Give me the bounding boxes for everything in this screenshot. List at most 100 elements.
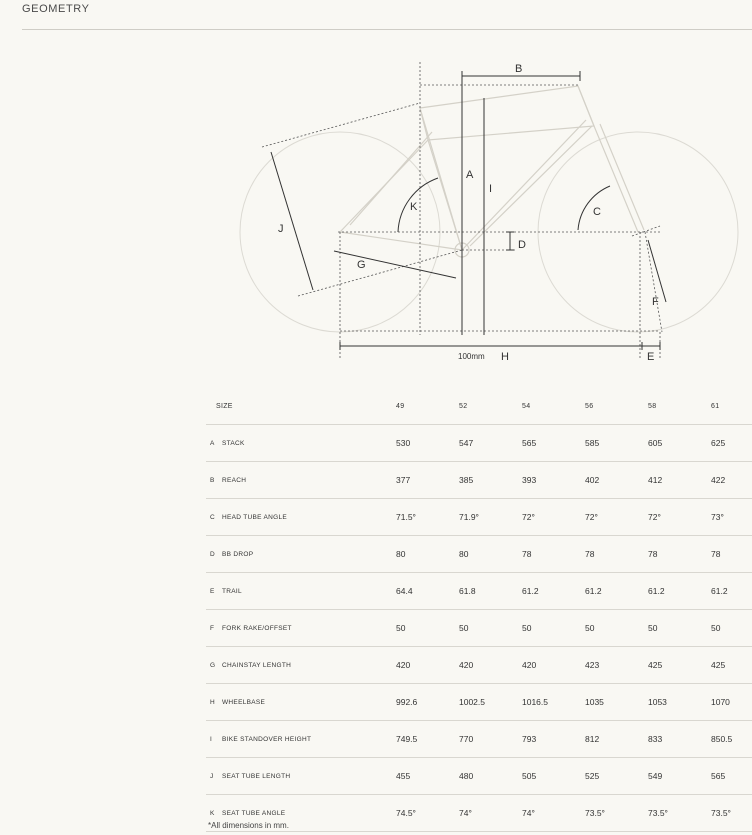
table-row: J SEAT TUBE LENGTH 455 480 505 525 549 565 — [206, 757, 752, 795]
table-cell: 73.5° — [648, 794, 711, 832]
table-cell: 425 — [711, 646, 752, 684]
table-row: G CHAINSTAY LENGTH 420 420 420 423 425 425 — [206, 646, 752, 684]
frame-outline — [339, 85, 645, 258]
table-cell: 625 — [711, 424, 752, 462]
table-cell: 50 — [522, 609, 585, 647]
table-cell: 585 — [585, 424, 648, 462]
table-cell: 992.6 — [396, 683, 459, 721]
table-cell: 74.5° — [396, 794, 459, 832]
row-letter: K — [210, 809, 215, 817]
table-row: I BIKE STANDOVER HEIGHT 749.5 770 793 812 833 8… — [206, 720, 752, 758]
table-cell: 73.5° — [711, 794, 752, 832]
table-cell: 605 — [648, 424, 711, 462]
table-cell: 61.2 — [648, 572, 711, 610]
size-header-58: 58 — [648, 388, 711, 425]
label-I: I — [489, 183, 492, 195]
table-cell: 455 — [396, 757, 459, 795]
geometry-table: SIZE 49 52 54 56 58 61 A STACK 530 547 565 585 605 6… — [206, 388, 752, 832]
table-row: H WHEELBASE 992.6 1002.5 1016.5 1035 1053 1070 — [206, 683, 752, 721]
row-letter: I — [210, 735, 213, 743]
table-cell: 505 — [522, 757, 585, 795]
label-D: D — [518, 239, 526, 251]
table-cell: 50 — [396, 609, 459, 647]
table-cell: 425 — [648, 646, 711, 684]
table-row: D BB DROP 80 80 78 78 78 78 — [206, 535, 752, 573]
row-letter: C — [210, 513, 215, 521]
table-cell: 420 — [396, 646, 459, 684]
table-cell: 565 — [711, 757, 752, 795]
table-cell: 530 — [396, 424, 459, 462]
table-cell: 1016.5 — [522, 683, 585, 721]
table-cell: 525 — [585, 757, 648, 795]
row-label: I BIKE STANDOVER HEIGHT — [206, 720, 396, 758]
row-label-text: WHEELBASE — [222, 698, 266, 706]
row-letter: F — [210, 624, 215, 632]
row-label: J SEAT TUBE LENGTH — [206, 757, 396, 795]
table-cell: 74° — [522, 794, 585, 832]
row-letter: D — [210, 550, 215, 558]
label-J: J — [278, 223, 284, 235]
table-cell: 793 — [522, 720, 585, 758]
table-cell: 1053 — [648, 683, 711, 721]
table-row: C HEAD TUBE ANGLE 71.5° 71.9° 72° 72° 72° 73° — [206, 498, 752, 536]
table-cell: 72° — [648, 498, 711, 536]
table-row: E TRAIL 64.4 61.8 61.2 61.2 61.2 61.2 — [206, 572, 752, 610]
row-label: G CHAINSTAY LENGTH — [206, 646, 396, 684]
table-cell: 78 — [648, 535, 711, 573]
table-cell: 850.5 — [711, 720, 752, 758]
row-letter: G — [210, 661, 216, 669]
table-cell: 78 — [522, 535, 585, 573]
section-title: GEOMETRY — [22, 3, 90, 15]
table-cell: 50 — [459, 609, 522, 647]
row-letter: E — [210, 587, 215, 595]
label-C: C — [593, 206, 601, 218]
table-cell: 61.8 — [459, 572, 522, 610]
table-cell: 50 — [711, 609, 752, 647]
table-cell: 50 — [648, 609, 711, 647]
label-K: K — [410, 201, 418, 213]
table-cell: 1070 — [711, 683, 752, 721]
table-cell: 422 — [711, 461, 752, 499]
label-H: H — [501, 351, 509, 363]
size-header-49: 49 — [396, 388, 459, 425]
row-label: E TRAIL — [206, 572, 396, 610]
table-cell: 80 — [459, 535, 522, 573]
label-G: G — [357, 259, 366, 271]
row-letter: B — [210, 476, 215, 484]
row-label: B REACH — [206, 461, 396, 499]
label-E: E — [647, 351, 654, 363]
size-header-54: 54 — [522, 388, 585, 425]
table-cell: 78 — [711, 535, 752, 573]
table-cell: 412 — [648, 461, 711, 499]
table-cell: 423 — [585, 646, 648, 684]
row-label-text: BB DROP — [222, 550, 254, 558]
table-row: A STACK 530 547 565 585 605 625 — [206, 424, 752, 462]
dimension-lines — [270, 71, 667, 350]
table-cell: 480 — [459, 757, 522, 795]
table-cell: 749.5 — [396, 720, 459, 758]
row-letter: J — [210, 772, 214, 780]
table-cell: 1035 — [585, 683, 648, 721]
row-label-text: HEAD TUBE ANGLE — [222, 513, 288, 521]
table-cell: 420 — [459, 646, 522, 684]
row-label-text: BIKE STANDOVER HEIGHT — [222, 735, 312, 743]
label-100mm: 100mm — [458, 352, 485, 361]
row-label-text: TRAIL — [222, 587, 242, 595]
row-label-text: SEAT TUBE ANGLE — [222, 809, 286, 817]
label-B: B — [515, 63, 522, 75]
table-cell: 61.2 — [711, 572, 752, 610]
table-cell: 61.2 — [522, 572, 585, 610]
label-A: A — [466, 169, 474, 181]
size-header-56: 56 — [585, 388, 648, 425]
table-cell: 72° — [522, 498, 585, 536]
table-cell: 73° — [711, 498, 752, 536]
table-cell: 1002.5 — [459, 683, 522, 721]
size-header: SIZE — [206, 388, 396, 425]
size-header-52: 52 — [459, 388, 522, 425]
row-letter: A — [210, 439, 215, 447]
row-label: F FORK RAKE/OFFSET — [206, 609, 396, 647]
table-cell: 385 — [459, 461, 522, 499]
table-cell: 402 — [585, 461, 648, 499]
table-cell: 812 — [585, 720, 648, 758]
table-cell: 78 — [585, 535, 648, 573]
